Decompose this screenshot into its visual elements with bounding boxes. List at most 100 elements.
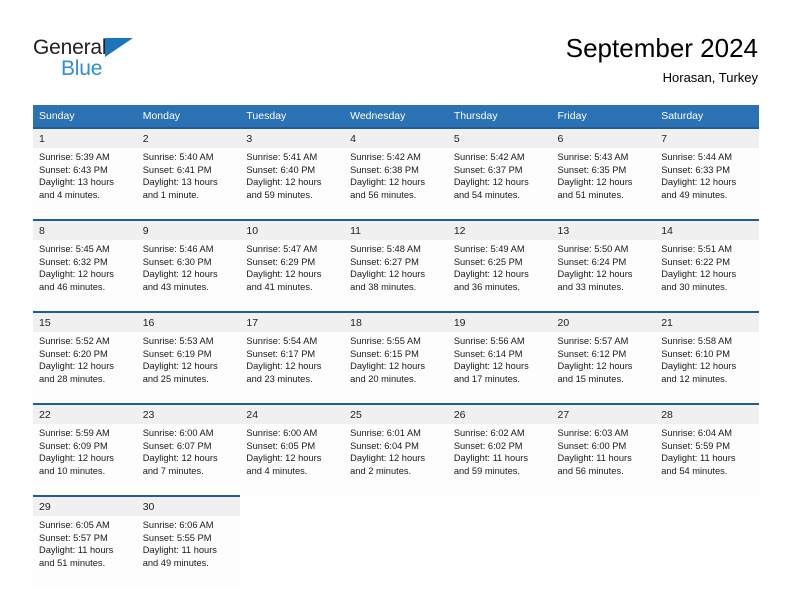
day-sunrise-text: Sunrise: 5:57 AM <box>557 336 629 346</box>
day-number[interactable]: 29 <box>33 497 137 516</box>
day-number[interactable]: 24 <box>240 405 345 424</box>
day-sunrise-text: Sunrise: 5:47 AM <box>246 244 318 254</box>
day-daylight-text: and 51 minutes. <box>39 558 106 569</box>
day-cell[interactable]: Sunrise: 5:43 AM Sunset: 6:35 PM Daylight:… <box>551 148 656 219</box>
day-number[interactable]: 19 <box>447 313 552 332</box>
day-number[interactable]: 23 <box>136 405 241 424</box>
day-cell[interactable]: Sunrise: 6:01 AM Sunset: 6:04 PM Daylight:… <box>344 424 448 495</box>
day-number[interactable]: 17 <box>240 313 345 332</box>
day-cell[interactable]: Sunrise: 5:54 AM Sunset: 6:17 PM Daylight:… <box>240 332 345 403</box>
day-info-row: Sunrise: 6:05 AM Sunset: 5:57 PM Daylight:… <box>33 516 759 587</box>
day-cell[interactable]: Sunrise: 6:05 AM Sunset: 5:57 PM Daylight:… <box>33 516 137 587</box>
day-cell[interactable]: Sunrise: 5:55 AM Sunset: 6:15 PM Daylight:… <box>344 332 448 403</box>
day-number[interactable]: 8 <box>33 221 137 240</box>
day-daylight-text: and 56 minutes. <box>557 466 624 477</box>
day-sunset-text: Sunset: 6:04 PM <box>350 440 419 451</box>
day-number[interactable]: 15 <box>33 313 137 332</box>
day-number-row: 29 30 <box>33 497 759 516</box>
day-cell[interactable]: Sunrise: 5:59 AM Sunset: 6:09 PM Daylight:… <box>33 424 137 495</box>
day-number[interactable]: 3 <box>240 129 345 148</box>
day-daylight-text: Daylight: 12 hours <box>246 269 322 280</box>
day-daylight-text: and 7 minutes. <box>142 466 204 477</box>
day-number[interactable]: 27 <box>551 405 656 424</box>
day-daylight-text: Daylight: 12 hours <box>453 177 529 188</box>
day-sunset-text: Sunset: 6:40 PM <box>246 164 316 175</box>
day-daylight-text: and 54 minutes. <box>453 190 520 201</box>
day-number[interactable]: 2 <box>136 129 241 148</box>
day-cell[interactable]: Sunrise: 5:44 AM Sunset: 6:33 PM Daylight:… <box>655 148 759 219</box>
day-number[interactable]: 6 <box>551 129 656 148</box>
day-cell[interactable]: Sunrise: 5:41 AM Sunset: 6:40 PM Daylight:… <box>240 148 345 219</box>
day-cell[interactable]: Sunrise: 6:02 AM Sunset: 6:02 PM Daylight:… <box>447 424 552 495</box>
day-sunrise-text: Sunrise: 5:51 AM <box>661 244 733 254</box>
day-daylight-text: and 51 minutes. <box>557 190 624 201</box>
day-number[interactable]: 5 <box>447 129 552 148</box>
day-cell[interactable]: Sunrise: 5:40 AM Sunset: 6:41 PM Daylight:… <box>136 148 241 219</box>
day-daylight-text: Daylight: 12 hours <box>557 269 633 280</box>
day-cell[interactable]: Sunrise: 6:00 AM Sunset: 6:07 PM Daylight:… <box>136 424 241 495</box>
day-sunrise-text: Sunrise: 5:56 AM <box>453 336 525 346</box>
day-sunset-text: Sunset: 6:12 PM <box>557 348 627 359</box>
day-cell[interactable]: Sunrise: 5:58 AM Sunset: 6:10 PM Daylight:… <box>655 332 759 403</box>
day-cell-empty <box>240 497 345 516</box>
day-number[interactable]: 21 <box>655 313 759 332</box>
day-sunrise-text: Sunrise: 5:42 AM <box>453 152 525 162</box>
day-number[interactable]: 20 <box>551 313 656 332</box>
day-cell-empty <box>655 497 759 516</box>
day-daylight-text: and 25 minutes. <box>142 374 209 385</box>
day-number[interactable]: 22 <box>33 405 137 424</box>
day-daylight-text: and 2 minutes. <box>350 466 412 477</box>
day-number[interactable]: 28 <box>655 405 759 424</box>
day-sunrise-text: Sunrise: 6:00 AM <box>142 428 214 438</box>
day-number[interactable]: 25 <box>344 405 448 424</box>
day-sunset-text: Sunset: 6:00 PM <box>557 440 627 451</box>
day-sunrise-text: Sunrise: 6:06 AM <box>142 520 214 530</box>
day-number[interactable]: 7 <box>655 129 759 148</box>
day-cell[interactable]: Sunrise: 5:57 AM Sunset: 6:12 PM Daylight:… <box>551 332 656 403</box>
day-cell[interactable]: Sunrise: 5:45 AM Sunset: 6:32 PM Daylight:… <box>33 240 137 311</box>
day-cell[interactable]: Sunrise: 6:04 AM Sunset: 5:59 PM Daylight:… <box>655 424 759 495</box>
day-cell[interactable]: Sunrise: 5:42 AM Sunset: 6:37 PM Daylight:… <box>447 148 552 219</box>
day-cell[interactable]: Sunrise: 6:06 AM Sunset: 5:55 PM Daylight:… <box>136 516 241 587</box>
day-cell[interactable]: Sunrise: 5:51 AM Sunset: 6:22 PM Daylight:… <box>655 240 759 311</box>
day-cell[interactable]: Sunrise: 5:39 AM Sunset: 6:43 PM Daylight:… <box>33 148 137 219</box>
day-number[interactable]: 26 <box>447 405 552 424</box>
day-number[interactable]: 9 <box>136 221 241 240</box>
day-sunrise-text: Sunrise: 5:48 AM <box>350 244 421 254</box>
day-cell[interactable]: Sunrise: 5:46 AM Sunset: 6:30 PM Daylight:… <box>136 240 241 311</box>
day-daylight-text: Daylight: 12 hours <box>246 361 322 372</box>
day-sunset-text: Sunset: 6:41 PM <box>142 164 212 175</box>
day-daylight-text: Daylight: 12 hours <box>39 453 114 464</box>
day-info-row: Sunrise: 5:59 AM Sunset: 6:09 PM Daylight:… <box>33 424 759 495</box>
day-number[interactable]: 10 <box>240 221 345 240</box>
day-cell[interactable]: Sunrise: 5:48 AM Sunset: 6:27 PM Daylight:… <box>344 240 448 311</box>
day-cell[interactable]: Sunrise: 5:52 AM Sunset: 6:20 PM Daylight:… <box>33 332 137 403</box>
day-sunrise-text: Sunrise: 5:41 AM <box>246 152 318 162</box>
day-number-row: 1234567 <box>33 129 759 148</box>
day-cell[interactable]: Sunrise: 6:03 AM Sunset: 6:00 PM Daylight:… <box>551 424 656 495</box>
day-number[interactable]: 14 <box>655 221 759 240</box>
day-number[interactable]: 30 <box>136 497 241 516</box>
day-number[interactable]: 11 <box>344 221 448 240</box>
day-cell[interactable]: Sunrise: 5:47 AM Sunset: 6:29 PM Daylight:… <box>240 240 345 311</box>
day-sunset-text: Sunset: 6:02 PM <box>453 440 523 451</box>
day-cell[interactable]: Sunrise: 5:50 AM Sunset: 6:24 PM Daylight:… <box>551 240 656 311</box>
day-cell[interactable]: Sunrise: 5:53 AM Sunset: 6:19 PM Daylight:… <box>136 332 241 403</box>
day-sunrise-text: Sunrise: 6:00 AM <box>246 428 318 438</box>
day-cell[interactable]: Sunrise: 6:00 AM Sunset: 6:05 PM Daylight:… <box>240 424 345 495</box>
day-cell[interactable]: Sunrise: 5:42 AM Sunset: 6:38 PM Daylight:… <box>344 148 448 219</box>
day-cell[interactable]: Sunrise: 5:49 AM Sunset: 6:25 PM Daylight:… <box>447 240 552 311</box>
day-cell[interactable]: Sunrise: 5:56 AM Sunset: 6:14 PM Daylight:… <box>447 332 552 403</box>
day-number[interactable]: 4 <box>344 129 448 148</box>
day-number[interactable]: 18 <box>344 313 448 332</box>
day-daylight-text: and 1 minute. <box>142 190 200 201</box>
weekday-header-thursday: Thursday <box>447 105 552 127</box>
day-sunset-text: Sunset: 6:37 PM <box>453 164 523 175</box>
day-daylight-text: Daylight: 12 hours <box>661 269 737 280</box>
day-number[interactable]: 16 <box>136 313 241 332</box>
day-number[interactable]: 12 <box>447 221 552 240</box>
day-daylight-text: Daylight: 12 hours <box>350 177 426 188</box>
day-sunset-text: Sunset: 5:55 PM <box>142 532 212 543</box>
day-number[interactable]: 13 <box>551 221 656 240</box>
day-number[interactable]: 1 <box>33 129 137 148</box>
